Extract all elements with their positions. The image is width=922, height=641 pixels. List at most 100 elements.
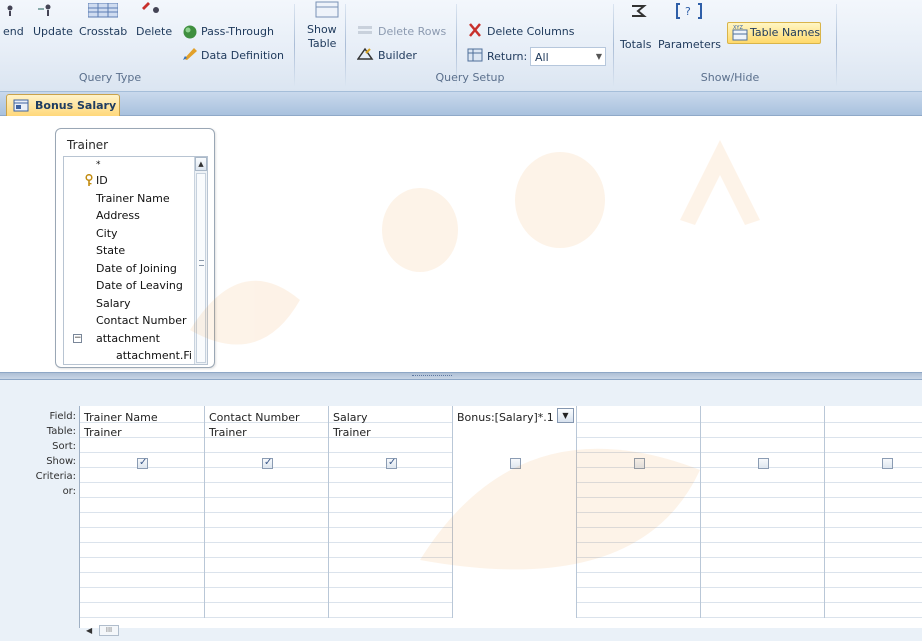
delete-rows-button[interactable]: Delete Rows: [378, 25, 446, 38]
group-label-query-type: Query Type: [78, 71, 142, 84]
chevron-down-icon: ▼: [595, 52, 602, 61]
field-cell[interactable]: Trainer Name: [84, 411, 158, 424]
group-label-show-hide: Show/Hide: [700, 71, 760, 84]
crosstab-button[interactable]: Crosstab: [79, 25, 127, 38]
grid-hscroll[interactable]: ◀ III: [86, 624, 126, 638]
delete-columns-icon: [469, 23, 481, 37]
update-button[interactable]: Update: [33, 25, 73, 38]
totals-button[interactable]: Totals: [620, 38, 651, 51]
tab-bonus-salary[interactable]: Bonus Salary: [6, 94, 120, 116]
return-dropdown[interactable]: All ▼: [530, 47, 606, 66]
field-item[interactable]: Salary: [96, 297, 131, 310]
table-title[interactable]: Trainer: [67, 138, 108, 152]
field-item[interactable]: ID: [96, 174, 108, 187]
scroll-up-icon[interactable]: ▲: [195, 157, 207, 171]
ribbon-separator: [294, 4, 295, 86]
table-names-icon: XYZ: [732, 25, 748, 41]
query-object-icon: [13, 99, 29, 112]
row-label-field: Field:: [49, 411, 76, 422]
tab-label: Bonus Salary: [35, 99, 117, 112]
field-cell[interactable]: Bonus:[Salary]*.1: [457, 411, 554, 424]
pane-splitter[interactable]: [0, 372, 922, 380]
show-checkbox[interactable]: [634, 458, 645, 469]
return-icon: [467, 48, 483, 62]
show-checkbox[interactable]: [758, 458, 769, 469]
update-query-icon: [38, 4, 51, 16]
pass-through-button[interactable]: Pass-Through: [201, 25, 274, 38]
grid-column[interactable]: Trainer Name Trainer ✓: [80, 406, 205, 618]
table-field-list-window[interactable]: Trainer * ID Trainer Name Address City S…: [55, 128, 215, 368]
field-item[interactable]: Address: [96, 209, 140, 222]
field-item[interactable]: *: [96, 160, 101, 170]
grid-column[interactable]: Contact Number Trainer ✓: [205, 406, 329, 618]
field-item[interactable]: City: [96, 227, 118, 240]
show-table-button-line2[interactable]: Table: [308, 37, 336, 50]
field-item[interactable]: Date of Leaving: [96, 279, 183, 292]
data-definition-button[interactable]: Data Definition: [201, 49, 284, 62]
field-cell[interactable]: Contact Number: [209, 411, 299, 424]
show-checkbox[interactable]: ✓: [386, 457, 397, 469]
svg-text:XYZ: XYZ: [733, 25, 743, 31]
table-pane: Trainer * ID Trainer Name Address City S…: [0, 116, 922, 384]
ribbon-separator: [345, 4, 346, 86]
grid-column[interactable]: Salary Trainer ✓: [329, 406, 453, 618]
data-definition-icon: [183, 48, 197, 60]
show-checkbox[interactable]: ✓: [262, 457, 273, 469]
scroll-thumb[interactable]: [196, 173, 206, 363]
return-label: Return:: [487, 50, 528, 63]
show-checkbox[interactable]: [510, 458, 521, 469]
show-table-button[interactable]: Show: [307, 23, 337, 36]
scroll-grip-icon: [199, 260, 204, 266]
table-names-label: Table Names: [750, 26, 821, 39]
check-icon: ✓: [139, 457, 148, 468]
show-table-icon: [315, 1, 339, 18]
ribbon-separator: [836, 4, 837, 86]
show-checkbox[interactable]: [882, 458, 893, 469]
append-icon: [7, 5, 13, 16]
svg-text:?: ?: [685, 5, 691, 18]
show-checkbox[interactable]: ✓: [137, 457, 148, 469]
delete-rows-icon: [358, 26, 372, 34]
delete-query-icon: [142, 2, 159, 13]
chevron-down-icon: ▼: [562, 411, 569, 420]
row-label-or: or:: [62, 486, 76, 497]
field-dropdown-button[interactable]: ▼: [557, 408, 574, 423]
field-item[interactable]: Date of Joining: [96, 262, 177, 275]
query-design-grid: Trainer Name Trainer ✓ Contact Number Tr…: [79, 406, 922, 628]
parameters-button[interactable]: Parameters: [658, 38, 721, 51]
field-item[interactable]: attachment.Fi: [116, 349, 192, 362]
splitter-grip-icon: [412, 375, 452, 378]
table-cell[interactable]: Trainer: [209, 426, 247, 439]
field-list: * ID Trainer Name Address City State Dat…: [63, 156, 208, 365]
builder-button[interactable]: Builder: [378, 49, 417, 62]
field-item[interactable]: attachment: [96, 332, 160, 345]
design-grid-pane: Field: Table: Sort: Show: Criteria: or: …: [0, 380, 922, 641]
grid-column[interactable]: [577, 406, 701, 618]
scroll-left-icon[interactable]: ◀: [86, 624, 98, 638]
delete-button[interactable]: Delete: [136, 25, 172, 38]
ribbon: end Update Crosstab Delete Pass-Through …: [0, 0, 922, 92]
row-label-show: Show:: [46, 456, 76, 467]
check-icon: ✓: [264, 457, 273, 468]
field-item[interactable]: Contact Number: [96, 314, 186, 327]
grid-column[interactable]: Bonus:[Salary]*.1 ▼: [453, 406, 577, 618]
append-button[interactable]: end: [3, 25, 24, 38]
return-dropdown-value: All: [535, 51, 549, 64]
document-tab-bar: Bonus Salary: [0, 92, 922, 116]
group-label-query-setup: Query Setup: [435, 71, 505, 84]
field-list-scrollbar[interactable]: ▲: [194, 157, 207, 364]
field-item[interactable]: Trainer Name: [96, 192, 170, 205]
field-cell[interactable]: Salary: [333, 411, 368, 424]
field-item[interactable]: State: [96, 244, 125, 257]
grid-column[interactable]: [825, 406, 922, 618]
delete-columns-button[interactable]: Delete Columns: [487, 25, 575, 38]
pass-through-icon: [183, 25, 197, 39]
ribbon-separator: [613, 4, 614, 86]
table-cell[interactable]: Trainer: [84, 426, 122, 439]
table-names-button[interactable]: XYZ Table Names: [727, 22, 821, 44]
row-label-table: Table:: [46, 426, 76, 437]
grid-column[interactable]: [701, 406, 825, 618]
scroll-thumb[interactable]: III: [99, 625, 119, 636]
table-cell[interactable]: Trainer: [333, 426, 371, 439]
collapse-icon[interactable]: −: [73, 334, 82, 343]
